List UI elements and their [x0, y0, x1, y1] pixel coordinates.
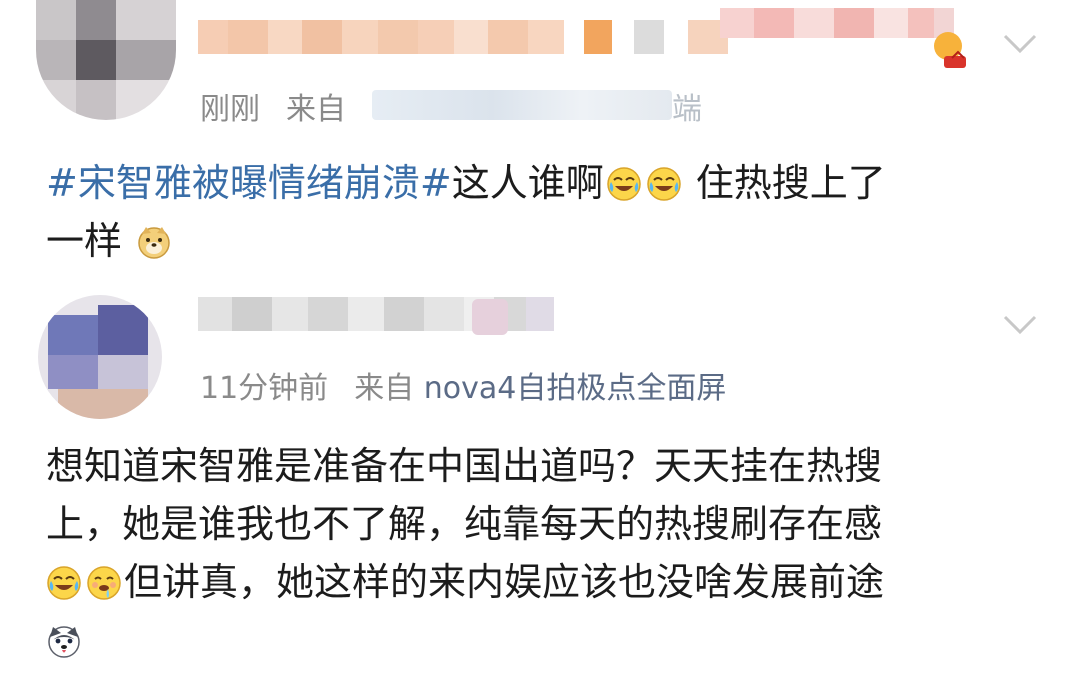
laugh-cry-icon [646, 167, 681, 201]
avatar[interactable] [36, 0, 176, 120]
chevron-down-icon[interactable] [1003, 315, 1037, 335]
comment-item-2: 11分钟前 来自 nova4自拍极点全面屏 想知道宋智雅是准备在中国出道吗？天天挂… [0, 285, 1080, 687]
source-device-link[interactable]: nova4自拍极点全面屏 [424, 371, 727, 406]
content-text: 一样 [46, 219, 123, 263]
drool-icon [87, 566, 121, 600]
post-content: #宋智雅被曝情绪崩溃#这人谁啊 住热搜上了 一样 [46, 154, 1046, 270]
source-tail: 端 [672, 92, 702, 127]
post-meta: 11分钟前 来自 nova4自拍极点全面屏 [200, 363, 726, 407]
content-line: 上，她是谁我也不了解，纯靠每天的热搜刷存在感 [46, 502, 883, 546]
doge-icon [138, 227, 170, 259]
comment-item-1: 刚刚 来自 端 #宋智雅被曝情绪崩溃#这人谁啊 住热搜上了 一样 [0, 0, 1080, 280]
content-line: 想知道宋智雅是准备在中国出道吗？天天挂在热搜 [46, 444, 883, 488]
laugh-cry-icon [606, 167, 641, 201]
source-prefix: 来自 [286, 92, 346, 127]
hashtag-link[interactable]: #宋智雅被曝情绪崩溃# [46, 161, 452, 205]
content-text: 但讲真，她这样的来内娱应该也没啥发展前途 [124, 560, 885, 604]
username-blurred[interactable] [198, 20, 728, 54]
source-prefix: 来自 [354, 371, 415, 406]
content-text: 住热搜上了 [683, 161, 886, 205]
badge-icon [926, 30, 970, 70]
post-meta: 刚刚 来自 [200, 84, 346, 128]
badge-icon [472, 299, 508, 335]
post-time: 刚刚 [200, 92, 260, 127]
content-text: 这人谁啊 [451, 161, 604, 205]
user-badges-blurred [720, 8, 954, 38]
chevron-down-icon[interactable] [1003, 34, 1037, 54]
post-time: 11分钟前 [200, 371, 329, 406]
avatar[interactable] [38, 295, 162, 419]
source-device-blurred[interactable] [372, 90, 672, 120]
post-content: 想知道宋智雅是准备在中国出道吗？天天挂在热搜 上，她是谁我也不了解，纯靠每天的热… [46, 437, 1056, 669]
husky-icon [48, 626, 80, 658]
laugh-cry-icon [47, 566, 81, 600]
